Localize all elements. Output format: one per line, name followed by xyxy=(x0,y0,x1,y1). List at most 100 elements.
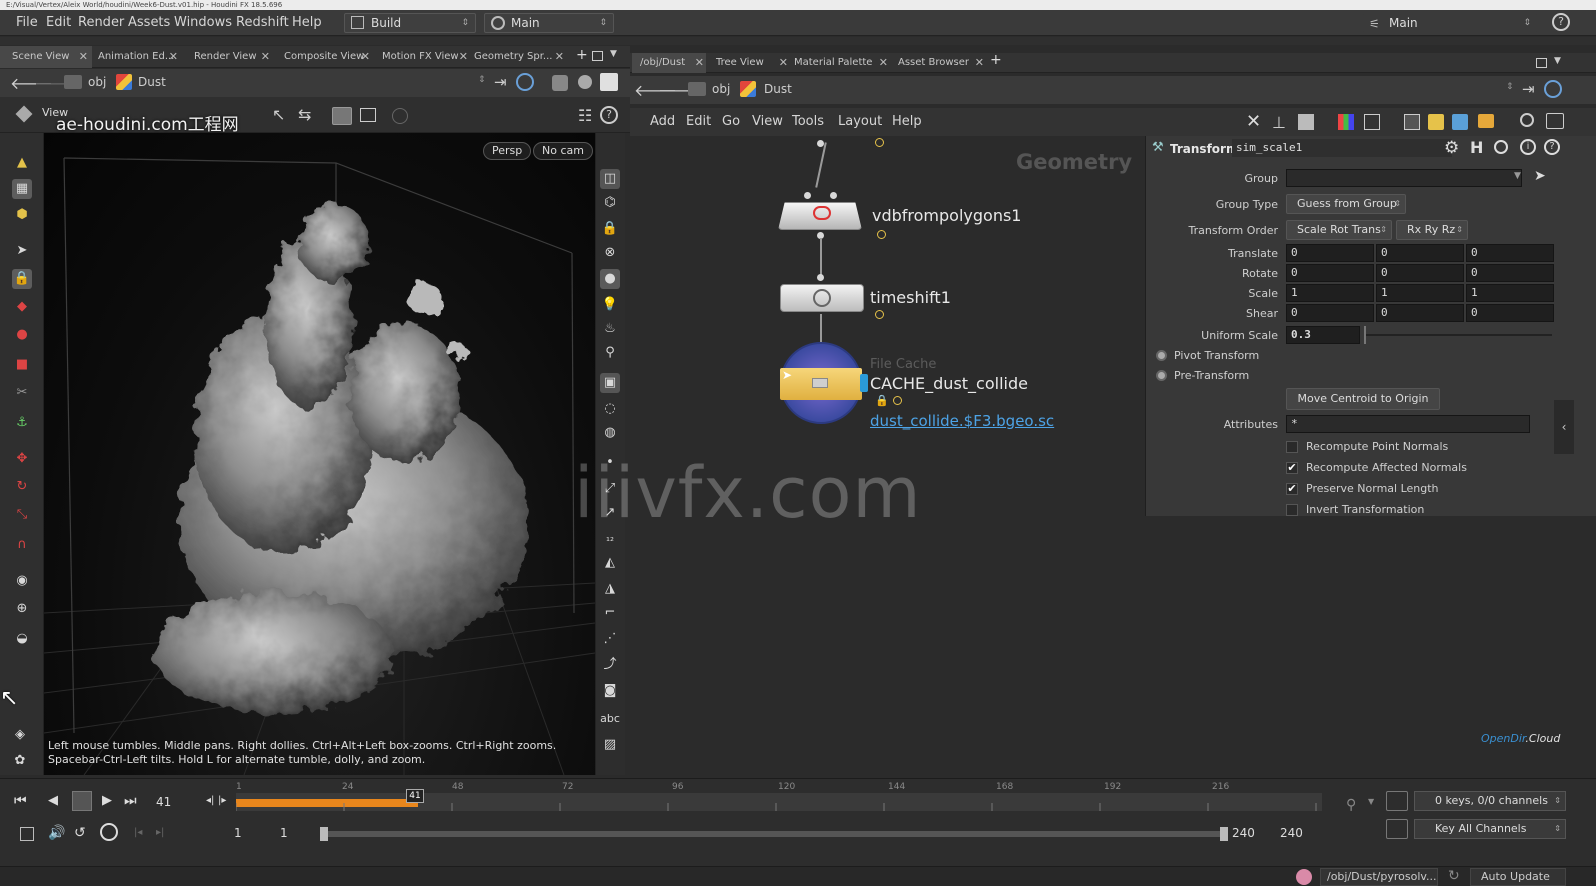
close-icon[interactable]: ✕ xyxy=(555,46,564,68)
screen-icon[interactable] xyxy=(360,108,376,122)
tab-network[interactable]: /obj/Dust ✕ xyxy=(632,53,706,73)
lock-icon[interactable]: 🔒 xyxy=(875,394,889,407)
help-icon[interactable]: ? xyxy=(600,106,618,124)
lightpin-icon[interactable]: ⚲ xyxy=(600,343,620,363)
move-tool-icon[interactable]: ✥ xyxy=(12,449,32,469)
expand-icon[interactable] xyxy=(1156,370,1167,381)
key-all-channels-menu[interactable]: Key All Channels ⇕ xyxy=(1414,819,1566,839)
input-dot[interactable] xyxy=(830,192,837,199)
path-obj[interactable]: obj xyxy=(88,75,106,89)
pin-icon[interactable]: ⇥ xyxy=(494,73,507,91)
channels-icon[interactable] xyxy=(1386,791,1408,811)
play-icon[interactable]: ▶ xyxy=(102,793,112,808)
close-icon[interactable]: ✕ xyxy=(695,53,704,73)
globe-tool-icon[interactable]: ⊕ xyxy=(12,599,32,619)
headlight-icon[interactable]: ♨ xyxy=(600,319,620,339)
stop-icon[interactable] xyxy=(72,791,92,811)
input-dot[interactable] xyxy=(817,274,824,281)
node-timeshift1[interactable] xyxy=(780,284,864,312)
output-dot[interactable] xyxy=(817,140,824,147)
translate-z-field[interactable]: 0 xyxy=(1466,244,1554,262)
range-start-handle[interactable] xyxy=(320,827,328,841)
loop-icon[interactable]: ↺ xyxy=(74,825,86,841)
display-options-icon[interactable] xyxy=(552,75,568,91)
menu-go[interactable]: Go xyxy=(722,114,740,129)
invert-transformation-checkbox[interactable] xyxy=(1286,504,1298,516)
display-flag[interactable] xyxy=(877,230,886,239)
menu-edit[interactable]: Edit xyxy=(46,15,71,30)
path-node[interactable]: Dust xyxy=(138,75,166,89)
cache-file-path[interactable]: dust_collide.$F3.bgeo.sc xyxy=(870,412,1054,430)
shading-icon[interactable]: ● xyxy=(600,269,620,289)
light-bulb-icon[interactable]: 💡 xyxy=(600,295,620,315)
close-icon[interactable]: ✕ xyxy=(261,46,270,68)
link-icon[interactable] xyxy=(1544,80,1562,98)
chevron-down-icon[interactable]: ▼ xyxy=(610,49,617,59)
update-mode-menu[interactable]: Auto Update xyxy=(1470,868,1566,886)
range-start-field[interactable]: 1 xyxy=(234,826,242,840)
menu-help[interactable]: Help xyxy=(292,15,322,30)
range-slider[interactable] xyxy=(324,831,1228,837)
close-icon[interactable]: ✕ xyxy=(879,53,888,73)
status-path[interactable]: /obj/Dust/pyrosolv... xyxy=(1320,868,1438,886)
breakpoint-icon[interactable]: ⤴ xyxy=(600,655,620,675)
display-flag[interactable] xyxy=(893,396,902,405)
info-icon[interactable]: i xyxy=(1520,139,1536,155)
chevron-down-icon[interactable]: ▼ xyxy=(1368,797,1374,806)
scale-tool-icon[interactable]: ⤡ xyxy=(12,505,32,525)
move-centroid-button[interactable]: Move Centroid to Origin xyxy=(1286,388,1440,410)
node-cache-dust-collide[interactable] xyxy=(780,342,868,424)
add-tab-icon[interactable]: + xyxy=(576,47,588,63)
pointer-icon[interactable]: ↖ xyxy=(272,105,285,124)
tab-asset-browser[interactable]: Asset Browser ✕ xyxy=(890,53,986,73)
tab-composite-view[interactable]: Composite View ✕ xyxy=(272,46,374,68)
path-node[interactable]: Dust xyxy=(764,82,792,96)
image-icon[interactable] xyxy=(1452,114,1468,130)
slider-handle[interactable] xyxy=(1364,326,1366,344)
menu-help[interactable]: Help xyxy=(892,114,922,129)
shear-y-field[interactable]: 0 xyxy=(1376,304,1464,322)
stepper-icon[interactable]: ⇕ xyxy=(1506,82,1514,92)
close-icon[interactable]: ✕ xyxy=(169,46,178,68)
shear-z-field[interactable]: 0 xyxy=(1466,304,1554,322)
desktop-build-selector[interactable]: Build ⇕ xyxy=(344,13,476,33)
prim-numbers-icon[interactable]: ◮ xyxy=(600,579,620,599)
cut-tool-icon[interactable]: ✂ xyxy=(12,383,32,403)
realtime-toggle-icon[interactable] xyxy=(20,827,34,841)
rotate-z-field[interactable]: 0 xyxy=(1466,264,1554,282)
range-end-field[interactable]: 240 xyxy=(1232,826,1255,840)
menu-layout[interactable]: Layout xyxy=(838,114,882,129)
snapshot-icon[interactable] xyxy=(600,73,618,91)
pose-tool-icon[interactable]: ◆ xyxy=(12,297,32,317)
input-dot[interactable] xyxy=(804,192,811,199)
transform-order-menu[interactable]: Scale Rot Trans ⇕ xyxy=(1286,220,1392,240)
menu-windows[interactable]: Windows xyxy=(174,15,232,30)
shear-x-field[interactable]: 0 xyxy=(1286,304,1374,322)
menu-tools[interactable]: Tools xyxy=(792,114,824,129)
tree-icon[interactable]: ☷ xyxy=(578,106,592,125)
brush-tool-icon[interactable]: ● xyxy=(12,325,32,345)
paint-tool-icon[interactable]: ■ xyxy=(12,355,32,375)
prim-icon[interactable]: ◭ xyxy=(600,553,620,573)
range-end-field-2[interactable]: 240 xyxy=(1280,826,1303,840)
visibility-icon[interactable]: ◌ xyxy=(600,399,620,419)
menu-file[interactable]: File xyxy=(16,15,38,30)
camera-tool-icon[interactable]: ◉ xyxy=(12,571,32,591)
range-start-field-2[interactable]: 1 xyxy=(280,826,288,840)
handle-tool-icon[interactable]: ⬢ xyxy=(12,205,32,225)
eye-icon[interactable] xyxy=(1546,113,1564,129)
render-tool-icon[interactable]: ◈ xyxy=(10,725,30,745)
anchor-tool-icon[interactable]: ⚓ xyxy=(12,413,32,433)
menu-assets[interactable]: Assets xyxy=(128,15,170,30)
menu-view[interactable]: View xyxy=(752,114,783,129)
help-icon[interactable]: ? xyxy=(1552,13,1570,31)
translate-x-field[interactable]: 0 xyxy=(1286,244,1374,262)
recompute-affected-normals-checkbox[interactable]: ✔ xyxy=(1286,462,1298,474)
search-icon[interactable] xyxy=(1494,140,1508,154)
rotate-y-field[interactable]: 0 xyxy=(1376,264,1464,282)
help-icon[interactable]: ? xyxy=(1544,139,1560,155)
hierarchy-icon[interactable]: ⊥ xyxy=(1272,113,1286,132)
pane-icon[interactable] xyxy=(592,51,603,61)
menu-edit[interactable]: Edit xyxy=(686,114,711,129)
materials-tool-icon[interactable]: ✿ xyxy=(10,751,30,771)
